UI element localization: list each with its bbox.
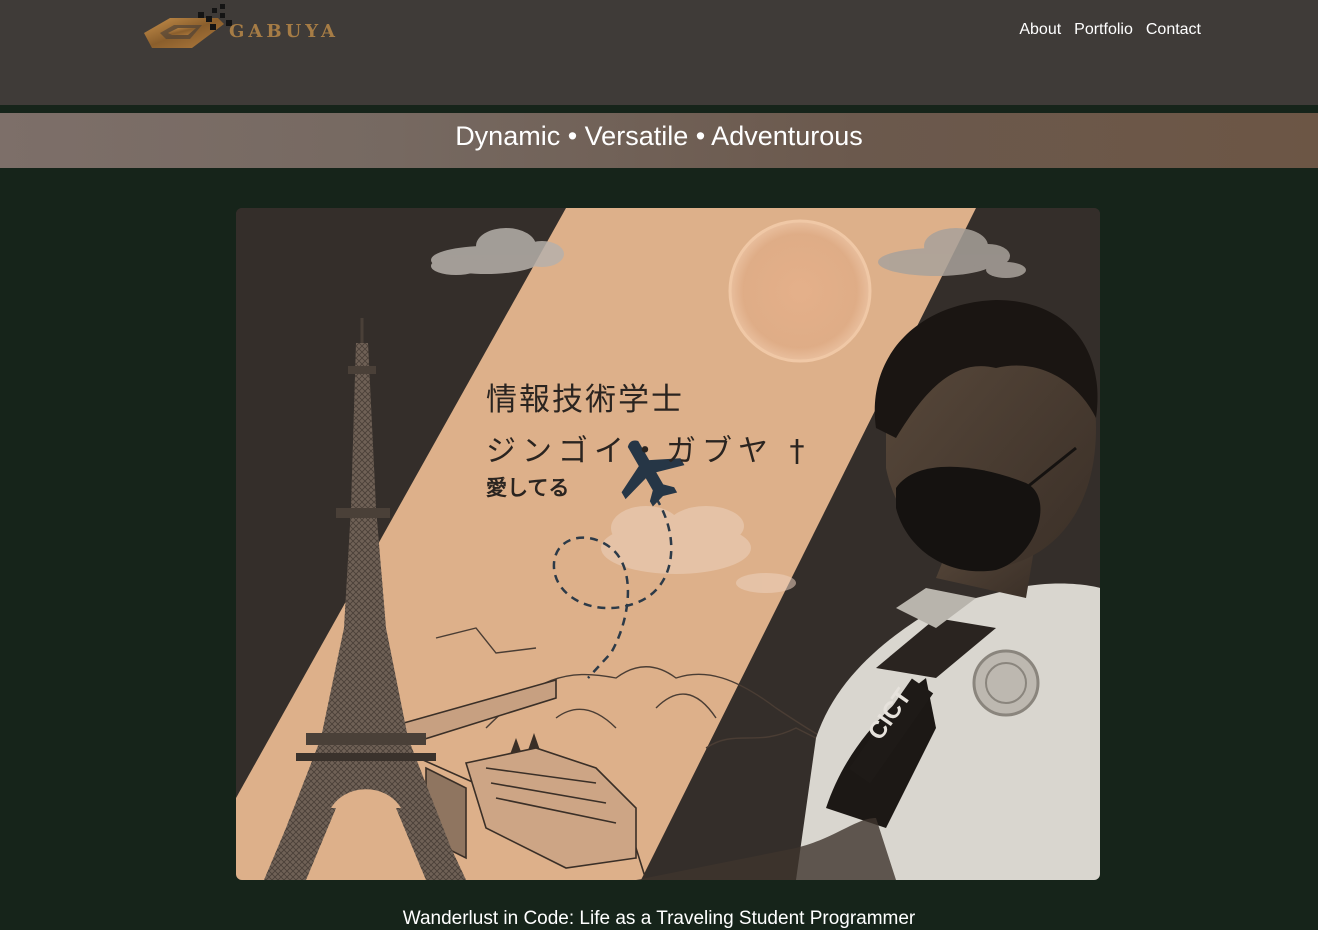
hero-text-love: 愛してる: [486, 476, 570, 500]
main-nav: About Portfolio Contact: [1019, 21, 1201, 39]
nav-link-portfolio[interactable]: Portfolio: [1074, 21, 1133, 39]
nav-link-contact[interactable]: Contact: [1146, 21, 1201, 39]
logo-mark-icon: [144, 4, 232, 48]
tagline-text: Dynamic • Versatile • Adventurous: [455, 121, 863, 151]
sun-icon: [728, 219, 872, 363]
hero-artwork: CICT 情報技術学士 ジンゴイ・ガブヤ † 愛してる: [236, 208, 1100, 880]
hero-illustration: CICT: [236, 208, 1100, 880]
article-headline: Wanderlust in Code: Life as a Traveling …: [402, 908, 916, 929]
top-navigation-bar: GABUYA About Portfolio Contact: [0, 0, 1318, 105]
brand-name: GABUYA: [229, 21, 339, 42]
brand-logo[interactable]: GABUYA: [140, 4, 350, 54]
nav-link-about[interactable]: About: [1019, 21, 1061, 39]
hero-text-name: ジンゴイ・ガブヤ †: [486, 434, 811, 469]
tagline-banner: Dynamic • Versatile • Adventurous: [0, 113, 1318, 168]
hero-text-degree: 情報技術学士: [486, 382, 684, 418]
